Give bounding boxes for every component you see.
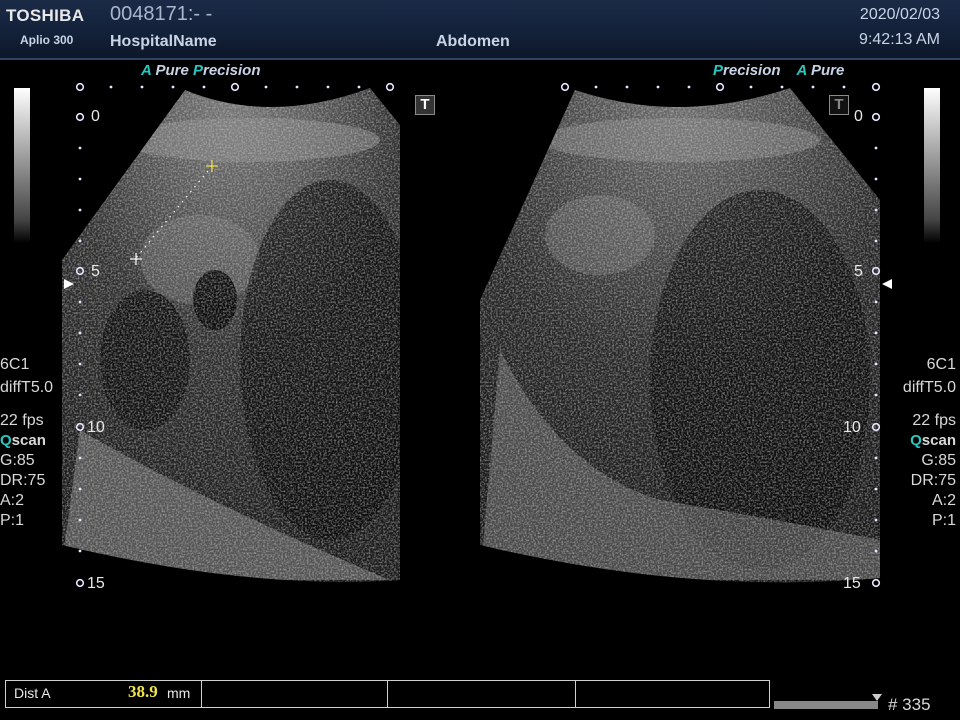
q-label: Q [0, 432, 12, 449]
measurement-cell-divider [387, 681, 388, 707]
device-model: Aplio 300 [20, 33, 74, 47]
left-depth-5: 5 [91, 263, 100, 280]
brand-logo: TOSHIBA [6, 6, 85, 25]
left-depth-0: 0 [91, 108, 100, 125]
filter-label: diffT5.0 [902, 379, 956, 396]
left-param-panel: 6C1 diffT5.0 22 fps Qscan G:85 DR:75 A:2… [0, 355, 53, 531]
left-imaging-tag: A Pure Precision [141, 62, 261, 79]
right-param-panel: 6C1 diffT5.0 22 fps Qscan G:85 DR:75 A:2… [903, 355, 956, 531]
measurement-value: 38.9 [128, 682, 158, 701]
fps-label: 22 fps [0, 412, 44, 429]
right-depth-5: 5 [854, 263, 863, 280]
hospital-name: HospitalName [110, 33, 217, 50]
p-label: P:1 [931, 512, 956, 529]
probe-label: 6C1 [926, 356, 956, 373]
top-dots [109, 85, 846, 89]
cine-progress-bar[interactable] [774, 701, 878, 709]
left-depth-10: 10 [87, 419, 105, 436]
gain-label: G:85 [921, 452, 956, 469]
dr-label: DR:75 [910, 472, 956, 489]
cine-marker-icon[interactable] [872, 694, 882, 702]
right-grayscale-bar [924, 88, 940, 243]
right-t-marker-icon[interactable]: T [829, 95, 849, 115]
a-label: A:2 [931, 492, 956, 509]
measurement-label: Dist A [14, 685, 51, 701]
tag-recision: recision [202, 62, 261, 79]
header-bar: TOSHIBA Aplio 300 0048171:- - HospitalNa… [0, 0, 960, 60]
tag-pure: Pure [806, 62, 845, 79]
right-focus-arrow-icon [882, 279, 892, 289]
a-label: A:2 [0, 492, 25, 509]
dr-label: DR:75 [0, 472, 46, 489]
ultrasound-image-area [62, 82, 892, 588]
probe-label: 6C1 [0, 356, 30, 373]
left-grayscale-bar [14, 88, 30, 243]
scan-label: scan [11, 432, 46, 449]
patient-id: 0048171:- - [110, 3, 213, 25]
tag-a: A [796, 62, 807, 79]
right-imaging-tag: Precision A Pure [713, 62, 844, 79]
measurement-results-box: Dist A 38.9 mm [5, 680, 770, 708]
tag-a: A [141, 62, 152, 79]
left-depth-15: 15 [87, 575, 105, 592]
exam-time: 9:42:13 AM [859, 31, 940, 48]
q-label: Q [910, 432, 922, 449]
left-scan-image [62, 88, 400, 582]
tag-p: P [713, 62, 724, 79]
frame-number: # 335 [888, 695, 931, 714]
gain-label: G:85 [0, 452, 35, 469]
right-depth-10: 10 [843, 419, 861, 436]
scan-label: scan [921, 432, 956, 449]
p-label: P:1 [0, 512, 25, 529]
measurement-cell-divider [201, 681, 202, 707]
exam-date: 2020/02/03 [859, 6, 940, 23]
right-scan-image [480, 88, 880, 583]
tag-pure: Pure [151, 62, 193, 79]
right-depth-15: 15 [843, 575, 861, 592]
filter-label: diffT5.0 [0, 379, 54, 396]
measurement-unit: mm [167, 685, 191, 701]
left-t-marker-icon[interactable]: T [415, 95, 435, 115]
measurement-cell-divider [575, 681, 576, 707]
tag-recision: recision [723, 62, 781, 79]
right-depth-0: 0 [854, 108, 863, 125]
tag-p: P [192, 62, 203, 79]
fps-label: 22 fps [912, 412, 956, 429]
top-dot-ruler [75, 82, 881, 92]
exam-preset: Abdomen [436, 33, 510, 50]
